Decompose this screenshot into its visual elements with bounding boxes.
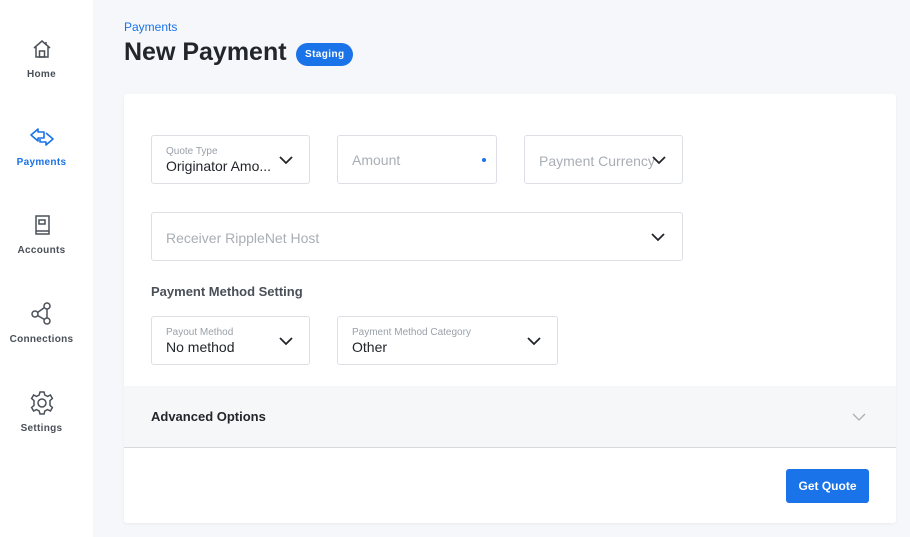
chevron-down-icon <box>652 156 666 165</box>
required-dot-icon <box>482 158 486 162</box>
sidebar-item-accounts[interactable]: Accounts <box>0 212 83 256</box>
amount-placeholder: Amount <box>352 152 401 168</box>
payment-currency-select[interactable]: Payment Currency <box>524 135 683 184</box>
sidebar-item-label: Payments <box>16 157 67 168</box>
page-title: New Payment <box>124 38 287 66</box>
accounts-book-icon <box>29 212 55 238</box>
receiver-host-placeholder: Receiver RippleNet Host <box>166 230 320 246</box>
payment-method-category-value: Other <box>352 339 388 355</box>
chevron-down-icon <box>651 233 665 242</box>
sidebar-item-settings[interactable]: Settings <box>0 390 83 434</box>
quote-type-label: Quote Type <box>166 146 218 157</box>
sidebar-item-label: Accounts <box>17 245 66 256</box>
chevron-down-icon <box>279 156 293 165</box>
environment-badge: Staging <box>296 43 354 66</box>
payments-arrows-icon <box>29 124 55 150</box>
receiver-host-select[interactable]: Receiver RippleNet Host <box>151 212 683 261</box>
sidebar-item-label: Home <box>27 69 56 80</box>
get-quote-button[interactable]: Get Quote <box>786 469 869 503</box>
chevron-down-icon <box>527 337 541 346</box>
chevron-down-icon <box>852 413 866 421</box>
payout-method-value: No method <box>166 339 235 355</box>
breadcrumb-payments[interactable]: Payments <box>124 20 177 34</box>
payout-method-select[interactable]: Payout Method No method <box>151 316 310 365</box>
payment-method-category-label: Payment Method Category <box>352 327 471 338</box>
home-icon <box>29 36 55 62</box>
settings-gear-icon <box>29 390 55 416</box>
sidebar-item-home[interactable]: Home <box>0 36 83 80</box>
connections-share-icon <box>29 301 55 327</box>
sidebar-item-payments[interactable]: Payments <box>0 124 83 168</box>
main-content: Payments New Payment Staging Quote Type … <box>93 0 910 537</box>
sidebar: Home Payments Accounts Connections Setti… <box>0 0 93 537</box>
amount-input[interactable]: Amount <box>337 135 497 184</box>
chevron-down-icon <box>279 337 293 346</box>
advanced-options-label: Advanced Options <box>151 409 266 424</box>
advanced-options-toggle[interactable]: Advanced Options <box>124 386 896 448</box>
quote-type-value: Originator Amo... <box>166 158 272 174</box>
quote-type-select[interactable]: Quote Type Originator Amo... <box>151 135 310 184</box>
payment-currency-placeholder: Payment Currency <box>539 153 655 169</box>
payment-method-section-title: Payment Method Setting <box>151 284 303 299</box>
payout-method-label: Payout Method <box>166 327 234 338</box>
sidebar-item-label: Settings <box>20 423 63 434</box>
payment-method-category-select[interactable]: Payment Method Category Other <box>337 316 558 365</box>
sidebar-item-label: Connections <box>9 334 74 345</box>
sidebar-item-connections[interactable]: Connections <box>0 301 83 345</box>
payment-form-card: Quote Type Originator Amo... Amount Paym… <box>124 94 896 523</box>
